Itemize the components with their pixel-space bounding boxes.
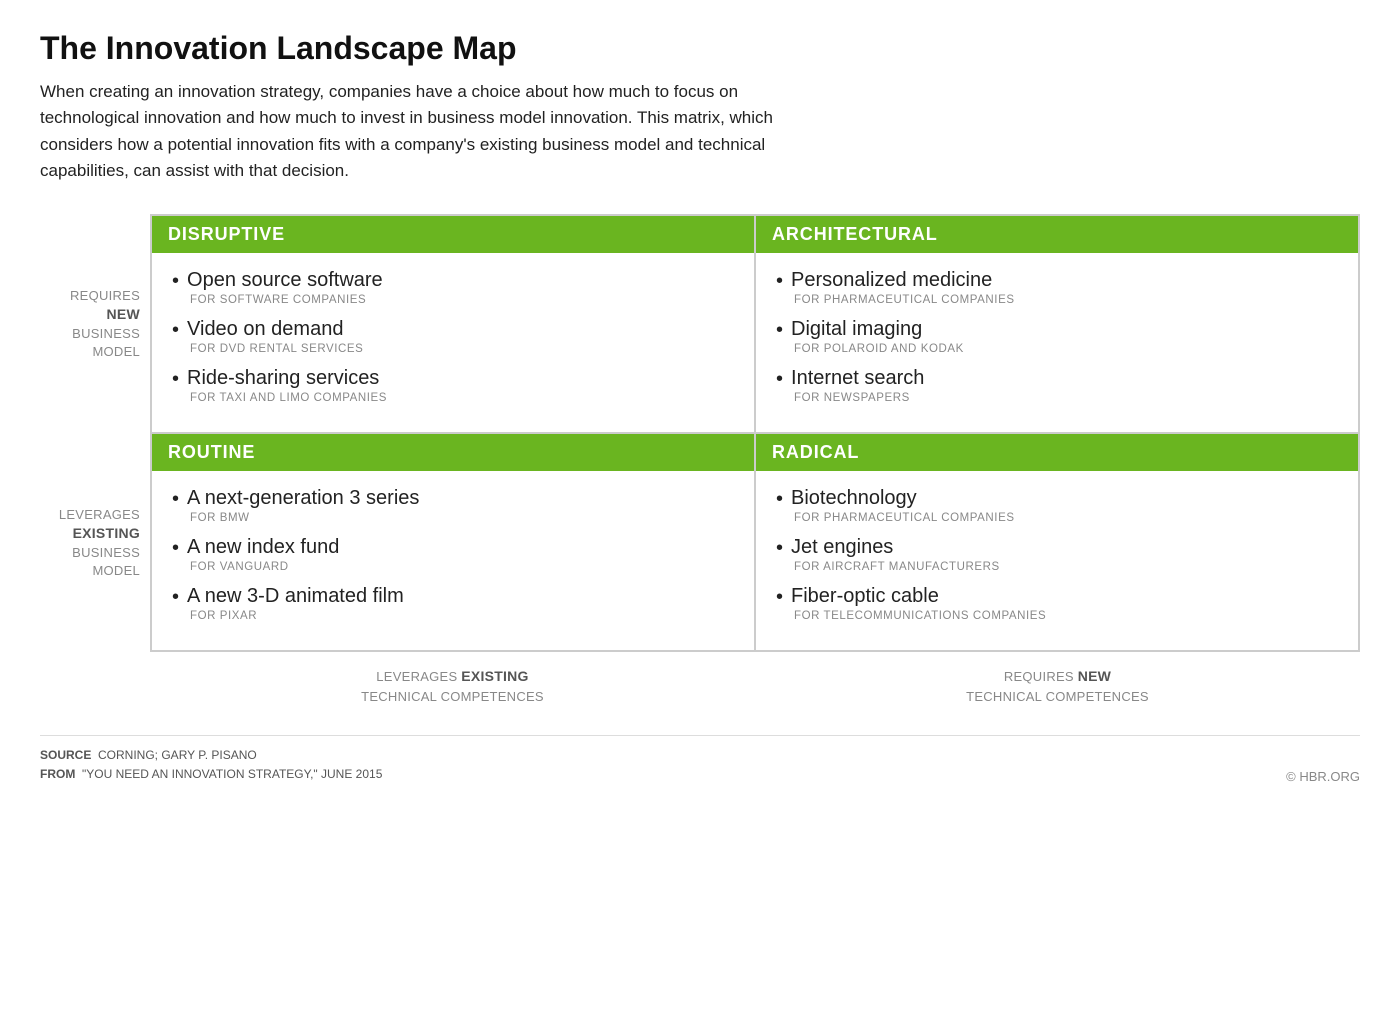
x-label-left: LEVERAGES EXISTINGTECHNICAL COMPETENCES <box>150 660 755 713</box>
list-item: •A new 3-D animated film FOR PIXAR <box>172 585 734 622</box>
bullet-icon: • <box>172 536 179 560</box>
footer-left: SOURCE CORNING; GARY P. PISANO FROM "YOU… <box>40 746 382 784</box>
bullet-icon: • <box>776 269 783 293</box>
item-sub: FOR NEWSPAPERS <box>794 392 1338 404</box>
routine-list: •A next-generation 3 series FOR BMW •A n… <box>172 487 734 622</box>
list-item: •Open source software FOR SOFTWARE COMPA… <box>172 269 734 306</box>
y-label-top: REQUIRESNEWBUSINESSMODEL <box>40 287 140 361</box>
bullet-icon: • <box>172 269 179 293</box>
item-main: •Fiber-optic cable <box>776 585 1338 609</box>
bullet-icon: • <box>172 487 179 511</box>
item-sub: FOR POLAROID AND KODAK <box>794 343 1338 355</box>
list-item: •Fiber-optic cable FOR TELECOMMUNICATION… <box>776 585 1338 622</box>
from-line: FROM "YOU NEED AN INNOVATION STRATEGY," … <box>40 765 382 784</box>
item-main: •Open source software <box>172 269 734 293</box>
item-sub: FOR VANGUARD <box>190 561 734 573</box>
bullet-icon: • <box>776 585 783 609</box>
list-item: •Video on demand FOR DVD RENTAL SERVICES <box>172 318 734 355</box>
bullet-icon: • <box>172 585 179 609</box>
item-main: •A next-generation 3 series <box>172 487 734 511</box>
bullet-icon: • <box>172 367 179 391</box>
disruptive-list: •Open source software FOR SOFTWARE COMPA… <box>172 269 734 404</box>
item-main: •Jet engines <box>776 536 1338 560</box>
bullet-icon: • <box>776 367 783 391</box>
footer: SOURCE CORNING; GARY P. PISANO FROM "YOU… <box>40 735 1360 784</box>
list-item: •Internet search FOR NEWSPAPERS <box>776 367 1338 404</box>
from-text: "YOU NEED AN INNOVATION STRATEGY," JUNE … <box>82 767 382 781</box>
copyright-text: © HBR.ORG <box>1286 769 1360 784</box>
description-text: When creating an innovation strategy, co… <box>40 79 820 184</box>
item-sub: FOR BMW <box>190 512 734 524</box>
x-axis-labels: LEVERAGES EXISTINGTECHNICAL COMPETENCES … <box>150 660 1360 713</box>
radical-list: •Biotechnology FOR PHARMACEUTICAL COMPAN… <box>776 487 1338 622</box>
item-main: •Biotechnology <box>776 487 1338 511</box>
item-main: •Internet search <box>776 367 1338 391</box>
quadrant-disruptive: DISRUPTIVE •Open source software FOR SOF… <box>151 215 755 433</box>
item-sub: FOR SOFTWARE COMPANIES <box>190 294 734 306</box>
item-sub: FOR DVD RENTAL SERVICES <box>190 343 734 355</box>
item-sub: FOR PIXAR <box>190 610 734 622</box>
item-sub: FOR PHARMACEUTICAL COMPANIES <box>794 512 1338 524</box>
item-main: •Digital imaging <box>776 318 1338 342</box>
source-line: SOURCE CORNING; GARY P. PISANO <box>40 746 382 765</box>
disruptive-header: DISRUPTIVE <box>152 216 754 253</box>
item-sub: FOR TAXI AND LIMO COMPANIES <box>190 392 734 404</box>
item-sub: FOR PHARMACEUTICAL COMPANIES <box>794 294 1338 306</box>
list-item: •Digital imaging FOR POLAROID AND KODAK <box>776 318 1338 355</box>
item-main: •A new 3-D animated film <box>172 585 734 609</box>
list-item: •A new index fund FOR VANGUARD <box>172 536 734 573</box>
item-main: •Personalized medicine <box>776 269 1338 293</box>
source-label: SOURCE <box>40 748 91 762</box>
source-text: CORNING; GARY P. PISANO <box>98 748 257 762</box>
list-item: •Personalized medicine FOR PHARMACEUTICA… <box>776 269 1338 306</box>
bullet-icon: • <box>776 536 783 560</box>
item-main: •A new index fund <box>172 536 734 560</box>
from-label: FROM <box>40 767 75 781</box>
matrix-wrapper: REQUIRESNEWBUSINESSMODEL LEVERAGESEXISTI… <box>40 214 1360 652</box>
y-label-bottom: LEVERAGESEXISTINGBUSINESSMODEL <box>40 506 140 580</box>
quadrant-routine: ROUTINE •A next-generation 3 series FOR … <box>151 433 755 651</box>
bullet-icon: • <box>776 487 783 511</box>
item-sub: FOR AIRCRAFT MANUFACTURERS <box>794 561 1338 573</box>
item-main: •Ride-sharing services <box>172 367 734 391</box>
list-item: •Ride-sharing services FOR TAXI AND LIMO… <box>172 367 734 404</box>
quadrant-architectural: ARCHITECTURAL •Personalized medicine FOR… <box>755 215 1359 433</box>
list-item: •Jet engines FOR AIRCRAFT MANUFACTURERS <box>776 536 1338 573</box>
radical-body: •Biotechnology FOR PHARMACEUTICAL COMPAN… <box>756 471 1358 650</box>
bullet-icon: • <box>776 318 783 342</box>
page-title: The Innovation Landscape Map <box>40 30 1360 67</box>
disruptive-body: •Open source software FOR SOFTWARE COMPA… <box>152 253 754 432</box>
matrix-grid: DISRUPTIVE •Open source software FOR SOF… <box>150 214 1360 652</box>
list-item: •Biotechnology FOR PHARMACEUTICAL COMPAN… <box>776 487 1338 524</box>
routine-header: ROUTINE <box>152 434 754 471</box>
item-main: •Video on demand <box>172 318 734 342</box>
architectural-header: ARCHITECTURAL <box>756 216 1358 253</box>
y-axis-labels: REQUIRESNEWBUSINESSMODEL LEVERAGESEXISTI… <box>40 214 150 652</box>
radical-header: RADICAL <box>756 434 1358 471</box>
routine-body: •A next-generation 3 series FOR BMW •A n… <box>152 471 754 650</box>
x-label-right: REQUIRES NEWTECHNICAL COMPETENCES <box>755 660 1360 713</box>
list-item: •A next-generation 3 series FOR BMW <box>172 487 734 524</box>
architectural-body: •Personalized medicine FOR PHARMACEUTICA… <box>756 253 1358 432</box>
bullet-icon: • <box>172 318 179 342</box>
item-sub: FOR TELECOMMUNICATIONS COMPANIES <box>794 610 1338 622</box>
quadrant-radical: RADICAL •Biotechnology FOR PHARMACEUTICA… <box>755 433 1359 651</box>
architectural-list: •Personalized medicine FOR PHARMACEUTICA… <box>776 269 1338 404</box>
